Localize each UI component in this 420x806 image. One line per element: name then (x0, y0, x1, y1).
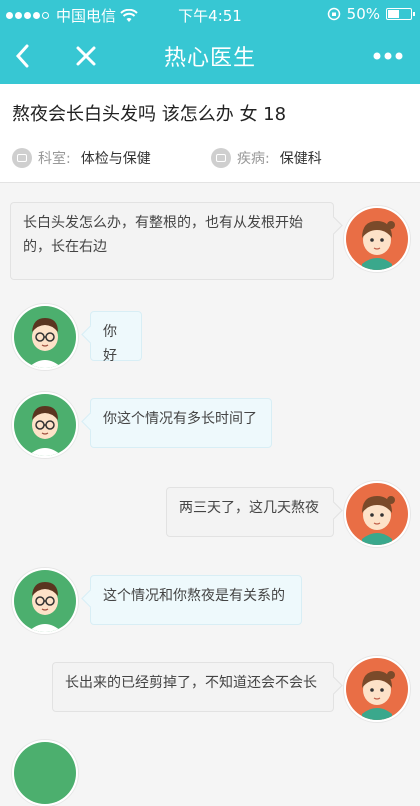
message-text: 长白头发怎么办，有整根的，也有从发根开始的，长在右边 (23, 215, 303, 255)
doctor-avatar[interactable] (12, 304, 78, 370)
question-header: 熬夜会长白头发吗 该怎么办 女 18 科室: 体检与保健 疾病: 保健科 (0, 84, 420, 183)
patient-avatar[interactable] (344, 206, 410, 272)
chat-message-patient: 长出来的已经剪掉了，不知道还会不会长 (52, 662, 334, 712)
more-button[interactable] (368, 38, 408, 74)
message-text: 你这个情况有多长时间了 (103, 411, 257, 427)
disease-icon (211, 148, 231, 168)
status-bar: 中国电信 下午4:51 50% (0, 0, 420, 28)
doctor-avatar-icon (14, 394, 76, 456)
more-dots-icon (373, 52, 403, 60)
patient-avatar[interactable] (344, 656, 410, 722)
message-text: 这个情况和你熬夜是有关系的 (103, 588, 285, 604)
orientation-lock-icon (327, 7, 340, 21)
girl-avatar-icon (346, 208, 408, 270)
chat-message-patient: 长白头发怎么办，有整根的，也有从发根开始的，长在右边 (10, 202, 334, 280)
battery-percent: 50% (346, 5, 380, 23)
girl-avatar-icon (346, 483, 408, 545)
department-label: 科室: (38, 151, 71, 167)
doctor-avatar-icon (14, 306, 76, 368)
message-text: 长出来的已经剪掉了，不知道还会不会长 (65, 675, 317, 691)
chat-message-doctor: 你这个情况有多长时间了 (90, 398, 272, 448)
message-text: 你好 (103, 324, 117, 364)
chat-message-patient: 两三天了，这几天熬夜 (166, 487, 334, 537)
battery-icon (386, 8, 415, 20)
department-info: 科室: 体检与保健 (12, 148, 151, 168)
doctor-avatar[interactable] (12, 568, 78, 634)
disease-value: 保健科 (279, 151, 322, 167)
chat-message-doctor: 这个情况和你熬夜是有关系的 (90, 575, 302, 625)
patient-avatar[interactable] (344, 481, 410, 547)
disease-label: 疾病: (237, 151, 270, 167)
nav-bar: 热心医生 (0, 28, 420, 84)
chat-message-doctor: 你好 (90, 311, 142, 364)
doctor-avatar-icon (14, 742, 76, 804)
disease-info: 疾病: 保健科 (211, 148, 322, 168)
doctor-avatar[interactable] (12, 392, 78, 458)
question-title: 熬夜会长白头发吗 该怎么办 女 18 (12, 104, 287, 125)
message-text: 两三天了，这几天熬夜 (179, 500, 319, 516)
doctor-avatar-icon (14, 570, 76, 632)
department-icon (12, 148, 32, 168)
doctor-avatar[interactable] (12, 740, 78, 806)
page-title: 热心医生 (163, 46, 256, 71)
department-value: 体检与保健 (80, 151, 151, 167)
girl-avatar-icon (346, 658, 408, 720)
